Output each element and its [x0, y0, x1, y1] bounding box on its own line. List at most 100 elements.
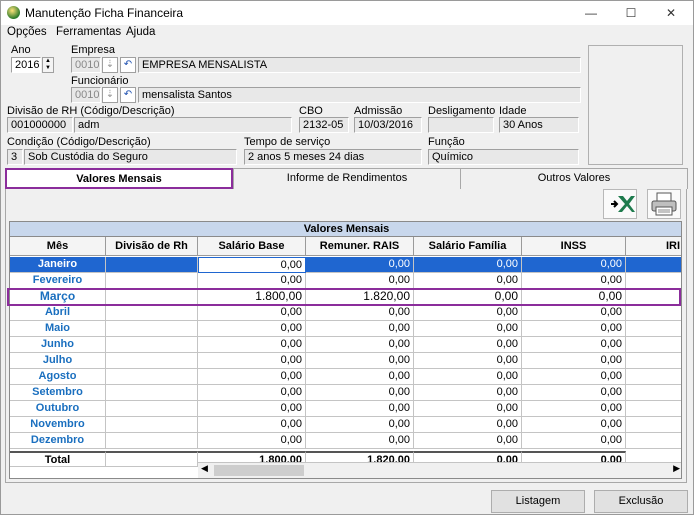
cell-sal[interactable]: 0,00: [198, 417, 306, 433]
cell-mes[interactable]: Fevereiro: [10, 273, 106, 289]
tab-outros-valores[interactable]: Outros Valores: [460, 168, 688, 189]
cell-fam[interactable]: 0,00: [414, 289, 522, 305]
cell-irrf[interactable]: [626, 369, 681, 385]
cell-fam[interactable]: 0,00: [414, 417, 522, 433]
cell-irrf[interactable]: [626, 337, 681, 353]
cell-rais[interactable]: 0,00: [306, 305, 414, 321]
cell-sal[interactable]: 0,00: [198, 321, 306, 337]
funcionario-code-field[interactable]: 00101: [71, 87, 101, 103]
cell-irrf[interactable]: [626, 353, 681, 369]
cell-irrf[interactable]: [626, 417, 681, 433]
cell-div[interactable]: [106, 417, 198, 433]
valores-mensais-grid[interactable]: Valores Mensais Mês Divisão de Rh Salári…: [9, 221, 682, 479]
ano-field[interactable]: 2016: [11, 57, 41, 73]
exclusao-button[interactable]: Exclusão: [594, 490, 688, 513]
cell-mes[interactable]: Maio: [10, 321, 106, 337]
cell-div[interactable]: [106, 353, 198, 369]
table-row[interactable]: Julho 0,00 0,00 0,00 0,00: [10, 353, 681, 369]
cell-irrf[interactable]: [626, 401, 681, 417]
cell-fam[interactable]: 0,00: [414, 321, 522, 337]
cell-mes[interactable]: Abril: [10, 305, 106, 321]
cell-div[interactable]: [106, 257, 198, 273]
scrollbar-thumb[interactable]: [214, 465, 304, 476]
table-row[interactable]: Setembro 0,00 0,00 0,00 0,00: [10, 385, 681, 401]
cell-rais[interactable]: 0,00: [306, 321, 414, 337]
table-row[interactable]: Outubro 0,00 0,00 0,00 0,00: [10, 401, 681, 417]
ano-spinner[interactable]: ▲ ▼: [42, 57, 54, 73]
cell-inss[interactable]: 0,00: [522, 385, 626, 401]
cell-inss[interactable]: 0,00: [522, 353, 626, 369]
cell-fam[interactable]: 0,00: [414, 305, 522, 321]
cell-div[interactable]: [106, 337, 198, 353]
cell-sal[interactable]: 0,00: [198, 369, 306, 385]
cell-fam[interactable]: 0,00: [414, 353, 522, 369]
cell-div[interactable]: [106, 305, 198, 321]
cell-sal[interactable]: 0,00: [198, 305, 306, 321]
cell-rais[interactable]: 0,00: [306, 257, 414, 273]
excel-export-icon[interactable]: [603, 189, 637, 219]
maximize-button[interactable]: ☐: [617, 3, 645, 23]
table-row[interactable]: Março 1.800,00 1.820,00 0,00 0,00: [10, 289, 681, 305]
cell-sal[interactable]: 0,00: [198, 257, 306, 273]
printer-icon[interactable]: [647, 189, 681, 219]
cell-mes[interactable]: Julho: [10, 353, 106, 369]
cell-rais[interactable]: 0,00: [306, 273, 414, 289]
table-row[interactable]: Agosto 0,00 0,00 0,00 0,00: [10, 369, 681, 385]
cell-sal[interactable]: 0,00: [198, 273, 306, 289]
cell-div[interactable]: [106, 433, 198, 449]
cell-rais[interactable]: 0,00: [306, 369, 414, 385]
table-row[interactable]: Abril 0,00 0,00 0,00 0,00: [10, 305, 681, 321]
cell-div[interactable]: [106, 289, 198, 305]
cell-fam[interactable]: 0,00: [414, 257, 522, 273]
cell-inss[interactable]: 0,00: [522, 289, 626, 305]
table-row[interactable]: Junho 0,00 0,00 0,00 0,00: [10, 337, 681, 353]
menu-ferramentas[interactable]: Ferramentas: [56, 26, 121, 38]
header-salario-base[interactable]: Salário Base: [198, 237, 306, 256]
table-row[interactable]: Dezembro 0,00 0,00 0,00 0,00: [10, 433, 681, 449]
cell-fam[interactable]: 0,00: [414, 385, 522, 401]
cell-sal[interactable]: 0,00: [198, 385, 306, 401]
listagem-button[interactable]: Listagem: [491, 490, 585, 513]
cell-rais[interactable]: 0,00: [306, 401, 414, 417]
cell-inss[interactable]: 0,00: [522, 321, 626, 337]
scroll-right-icon[interactable]: ▶: [673, 463, 680, 474]
cell-fam[interactable]: 0,00: [414, 273, 522, 289]
cell-rais[interactable]: 0,00: [306, 353, 414, 369]
header-divisao-rh[interactable]: Divisão de Rh: [106, 237, 198, 256]
header-remuner-rais[interactable]: Remuner. RAIS: [306, 237, 414, 256]
cell-irrf[interactable]: [626, 433, 681, 449]
cell-mes[interactable]: Outubro: [10, 401, 106, 417]
empresa-undo-icon[interactable]: ↶: [120, 57, 136, 73]
header-mes[interactable]: Mês: [10, 237, 106, 256]
horizontal-scrollbar[interactable]: ◀ ▶: [198, 462, 681, 478]
cell-rais[interactable]: 0,00: [306, 417, 414, 433]
cell-sal[interactable]: 0,00: [198, 433, 306, 449]
cell-mes[interactable]: Junho: [10, 337, 106, 353]
tab-informe-rendimentos[interactable]: Informe de Rendimentos: [233, 168, 461, 189]
menu-opcoes[interactable]: Opções: [7, 26, 47, 38]
cell-mes[interactable]: Janeiro: [10, 257, 106, 273]
cell-inss[interactable]: 0,00: [522, 369, 626, 385]
cell-mes[interactable]: Agosto: [10, 369, 106, 385]
cell-irrf[interactable]: [626, 305, 681, 321]
cell-inss[interactable]: 0,00: [522, 273, 626, 289]
cell-irrf[interactable]: [626, 321, 681, 337]
cell-fam[interactable]: 0,00: [414, 433, 522, 449]
cell-sal[interactable]: 0,00: [198, 353, 306, 369]
cell-div[interactable]: [106, 321, 198, 337]
cell-irrf[interactable]: [626, 385, 681, 401]
cell-inss[interactable]: 0,00: [522, 401, 626, 417]
cell-div[interactable]: [106, 401, 198, 417]
cell-div[interactable]: [106, 369, 198, 385]
header-salario-familia[interactable]: Salário Família: [414, 237, 522, 256]
header-irrf[interactable]: IRI: [626, 237, 681, 256]
cell-fam[interactable]: 0,00: [414, 401, 522, 417]
cell-inss[interactable]: 0,00: [522, 257, 626, 273]
empresa-lookup-button[interactable]: ⇣: [102, 57, 118, 73]
cell-inss[interactable]: 0,00: [522, 305, 626, 321]
cell-sal[interactable]: 1.800,00: [198, 289, 306, 305]
header-inss[interactable]: INSS: [522, 237, 626, 256]
cell-rais[interactable]: 0,00: [306, 433, 414, 449]
cell-div[interactable]: [106, 385, 198, 401]
funcionario-lookup-button[interactable]: ⇣: [102, 87, 118, 103]
